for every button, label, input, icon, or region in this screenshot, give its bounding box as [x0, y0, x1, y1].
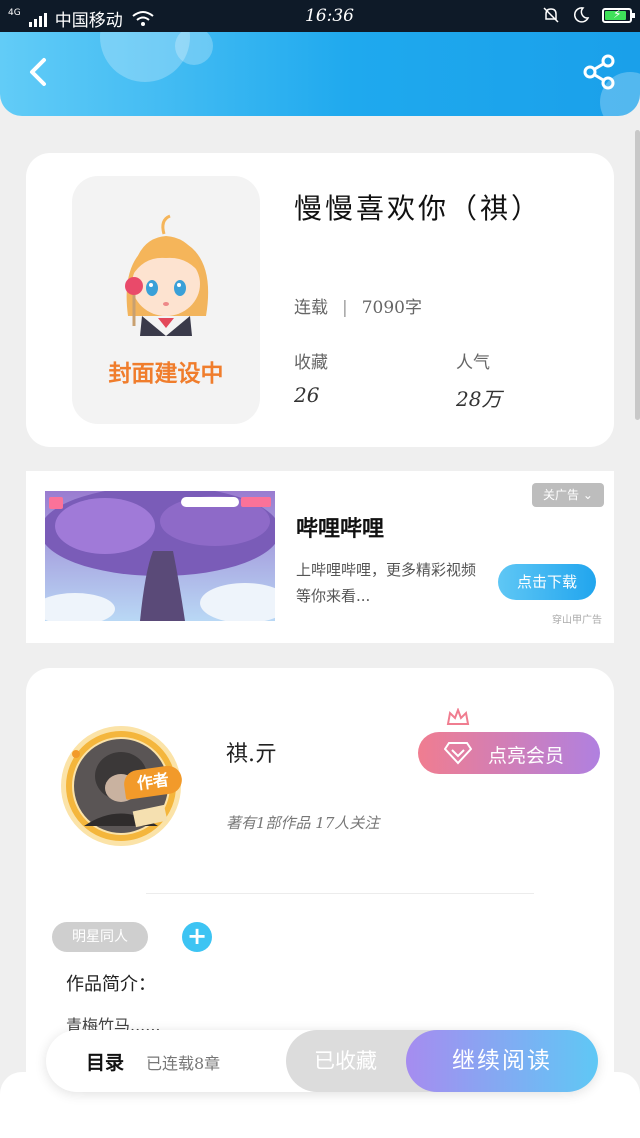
top-header: [0, 32, 640, 116]
diamond-icon: [444, 742, 472, 765]
close-ad-button[interactable]: 关广告 ⌄: [532, 483, 604, 507]
popularity-label: 人气: [456, 353, 490, 373]
ad-source: 穿山甲广告: [552, 615, 602, 626]
ad-image[interactable]: [45, 491, 275, 621]
scrollbar[interactable]: [635, 130, 640, 420]
favorites-value: 26: [294, 383, 320, 407]
moon-icon: [573, 7, 590, 23]
chapter-status[interactable]: 已连载8章: [146, 1050, 220, 1074]
book-title: 慢慢喜欢你（祺）: [294, 192, 543, 225]
vip-button-label: 点亮会员: [488, 745, 565, 767]
network-type: 4G: [8, 7, 21, 18]
author-name: 祺.亓: [226, 742, 277, 767]
genre-tag[interactable]: 明星同人: [52, 922, 148, 952]
chevron-left-icon[interactable]: [20, 50, 60, 94]
crown-icon: [446, 708, 470, 725]
signal-icon: [28, 11, 47, 27]
add-tag-button[interactable]: +: [182, 922, 212, 952]
popularity-value: 28万: [456, 387, 502, 411]
word-count: 7090字: [361, 298, 422, 318]
vip-member-button[interactable]: 点亮会员: [418, 732, 600, 774]
battery-icon: ⚡: [602, 7, 635, 23]
ad-title: 哔哩哔哩: [296, 516, 385, 542]
serial-status: 连载: [294, 298, 328, 318]
mute-bell-icon: [543, 7, 559, 23]
share-icon[interactable]: [580, 52, 620, 92]
decor-bubble-small: [175, 32, 213, 65]
continue-reading-button[interactable]: 继续阅读: [406, 1030, 598, 1092]
ad-download-button[interactable]: 点击下载: [498, 564, 596, 600]
book-status-line: 连载 | 7090字: [294, 293, 422, 318]
book-info-card: 封面建设中 慢慢喜欢你（祺） 连载 | 7090字 收藏 26 人气 28万: [26, 153, 614, 447]
ad-banner[interactable]: 关广告 ⌄ 哔哩哔哩 上哔哩哔哩，更多精彩视频等你来看... 点击下载 穿山甲广…: [26, 471, 614, 643]
divider: [146, 893, 534, 894]
carrier-name: 中国移动: [54, 11, 123, 31]
author-avatar[interactable]: 作者: [54, 716, 188, 850]
tree-scene-image: [45, 491, 275, 621]
ad-description: 上哔哩哔哩，更多精彩视频等你来看...: [296, 561, 477, 605]
cover-caption: 封面建设中: [108, 361, 224, 387]
book-cover[interactable]: 封面建设中: [72, 176, 260, 424]
status-left: 4G 中国移动: [8, 6, 155, 31]
status-time: 16:36: [305, 6, 354, 26]
favorites-label: 收藏: [294, 353, 328, 373]
anime-girl-illustration: [125, 214, 209, 336]
author-meta: 著有1部作品 17人关注: [226, 814, 380, 832]
status-bar: 4G 中国移动 16:36 ⚡: [0, 0, 640, 32]
bottom-action-bar: 目录 已连载8章 已收藏 继续阅读: [46, 1030, 598, 1092]
toc-button[interactable]: 目录: [86, 1048, 124, 1075]
close-ad-label: 关广告: [543, 488, 580, 502]
intro-label: 作品简介：: [66, 974, 156, 995]
status-right: ⚡: [542, 6, 635, 24]
wifi-icon: [132, 10, 154, 26]
status-separator: |: [342, 298, 348, 318]
